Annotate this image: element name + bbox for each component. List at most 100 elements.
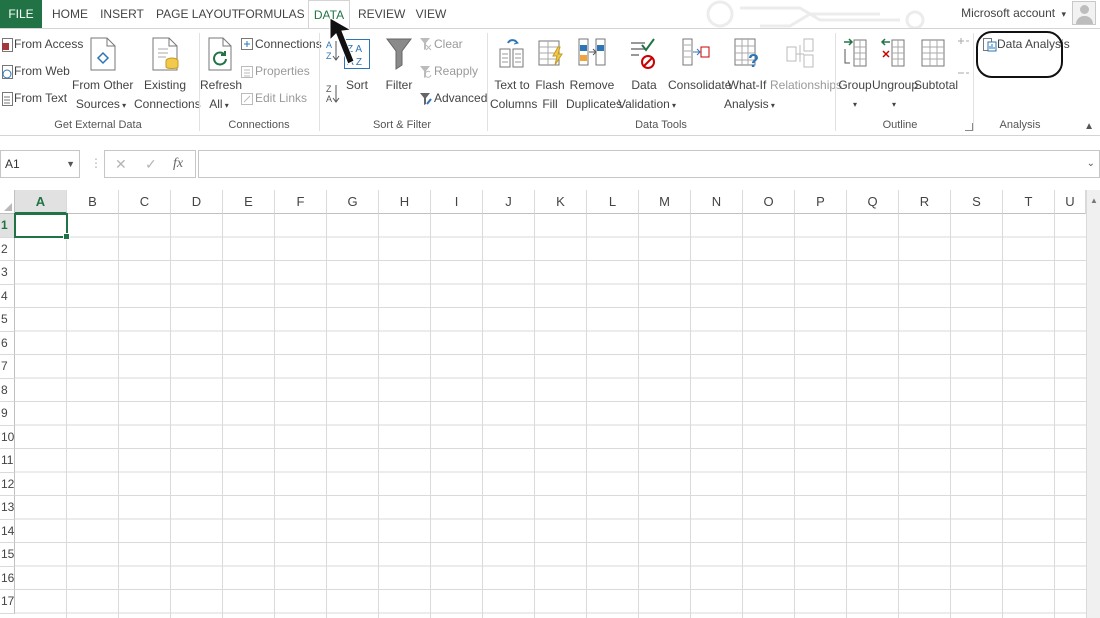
group-label-connections: Connections (228, 119, 290, 131)
select-all-corner[interactable] (0, 190, 15, 214)
clear-button[interactable]: Clear (434, 35, 463, 54)
refresh-all-button[interactable]: Refresh All ▾ (200, 76, 242, 115)
filter-button[interactable]: Filter (382, 76, 416, 95)
row-header-15[interactable]: 15 (0, 543, 15, 567)
row-header-16[interactable]: 16 (0, 566, 15, 590)
column-header-p[interactable]: P (795, 190, 847, 214)
row-header-10[interactable]: 10 (0, 425, 15, 449)
tab-file[interactable]: FILE (0, 0, 42, 28)
account-menu[interactable]: Microsoft account ▾ (961, 0, 1066, 26)
column-header-s[interactable]: S (951, 190, 1003, 214)
group-button[interactable]: Group ▾ (838, 76, 872, 114)
from-access-button[interactable]: From Access (14, 35, 83, 54)
tab-insert[interactable]: INSERT (100, 0, 144, 28)
avatar-head-shape (1080, 5, 1089, 14)
column-header-j[interactable]: J (483, 190, 535, 214)
scroll-up-icon[interactable]: ▲ (1090, 196, 1098, 205)
row-header-11[interactable]: 11 (0, 449, 15, 473)
column-header-k[interactable]: K (535, 190, 587, 214)
column-header-u[interactable]: U (1055, 190, 1086, 214)
text-to-columns-line1: Text to (494, 78, 530, 92)
from-web-button[interactable]: From Web (14, 62, 70, 81)
formula-input[interactable]: ⌄ (198, 150, 1100, 178)
row-header-13[interactable]: 13 (0, 496, 15, 520)
from-other-sources-button[interactable]: From Other Sources ▾ (72, 76, 133, 115)
column-header-a[interactable]: A (15, 190, 67, 214)
vertical-scrollbar[interactable]: ▲ (1086, 190, 1100, 618)
remove-duplicates-button[interactable]: Remove Duplicates (566, 76, 622, 114)
column-header-r[interactable]: R (899, 190, 951, 214)
group-dropdown-icon: ▾ (852, 100, 857, 109)
row-header-4[interactable]: 4 (0, 284, 15, 308)
consolidate-button[interactable]: Consolidate (668, 76, 731, 95)
column-header-h[interactable]: H (379, 190, 431, 214)
worksheet-grid: ABCDEFGHIJKLMNOPQRSTU 1 2 3 4 5 6 7 8 9 10 11 12 13 1… (0, 190, 1100, 618)
advanced-button[interactable]: Advanced (434, 89, 487, 108)
row-header-17[interactable]: 17 (0, 590, 15, 614)
column-header-q[interactable]: Q (847, 190, 899, 214)
remove-duplicates-icon (578, 38, 606, 66)
column-header-t[interactable]: T (1003, 190, 1055, 214)
column-header-g[interactable]: G (327, 190, 379, 214)
group-rows-icon (844, 38, 867, 67)
tab-view[interactable]: VIEW (414, 0, 448, 28)
name-box[interactable]: A1 ▼ (0, 150, 80, 178)
what-if-analysis-button[interactable]: What-If Analysis ▾ (724, 76, 775, 115)
cell-area[interactable] (15, 214, 1086, 618)
text-to-columns-button[interactable]: Text to Columns (490, 76, 537, 114)
flash-fill-button[interactable]: Flash Fill (534, 76, 566, 114)
clear-filter-icon (420, 38, 432, 51)
row-header-7[interactable]: 7 (0, 355, 15, 379)
refresh-all-icon (208, 37, 232, 71)
tab-page-layout[interactable]: PAGE LAYOUT (156, 0, 239, 28)
connections-button[interactable]: Connections (255, 35, 322, 54)
edit-links-button[interactable]: Edit Links (255, 89, 307, 108)
formula-buttons: ✕ ✓ fx (104, 150, 196, 178)
row-header-14[interactable]: 14 (0, 519, 15, 543)
insert-function-icon[interactable]: fx (173, 156, 183, 172)
tab-home[interactable]: HOME (48, 0, 92, 28)
outline-dialog-launcher-icon[interactable] (965, 123, 973, 131)
column-header-o[interactable]: O (743, 190, 795, 214)
column-header-m[interactable]: M (639, 190, 691, 214)
ungroup-button[interactable]: Ungroup ▾ (872, 76, 918, 114)
column-header-l[interactable]: L (587, 190, 639, 214)
user-avatar[interactable] (1072, 1, 1096, 25)
sort-button[interactable]: Sort (342, 76, 372, 95)
row-header-3[interactable]: 3 (0, 261, 15, 285)
reapply-button[interactable]: Reapply (434, 62, 478, 81)
existing-connections-line1: Existing (143, 78, 187, 92)
row-header-5[interactable]: 5 (0, 308, 15, 332)
tab-formulas[interactable]: FORMULAS (238, 0, 305, 28)
column-header-i[interactable]: I (431, 190, 483, 214)
collapse-ribbon-icon[interactable]: ▲ (1084, 121, 1094, 132)
subtotal-button[interactable]: Subtotal (914, 76, 958, 95)
row-header-12[interactable]: 12 (0, 472, 15, 496)
row-header-2[interactable]: 2 (0, 237, 15, 261)
data-validation-button[interactable]: Data Validation ▾ (618, 76, 676, 115)
column-header-n[interactable]: N (691, 190, 743, 214)
cancel-entry-icon[interactable]: ✕ (115, 156, 127, 173)
data-analysis-highlight-ring (976, 31, 1063, 78)
column-header-d[interactable]: D (171, 190, 223, 214)
active-cell-a1[interactable] (14, 213, 70, 240)
row-header-6[interactable]: 6 (0, 331, 15, 355)
row-header-9[interactable]: 9 (0, 402, 15, 426)
name-box-dropdown-icon[interactable]: ▼ (66, 151, 75, 177)
background-circuit-decoration (706, 0, 925, 28)
row-header-8[interactable]: 8 (0, 378, 15, 402)
column-header-b[interactable]: B (67, 190, 119, 214)
relationships-button[interactable]: Relationships (770, 76, 842, 95)
column-header-e[interactable]: E (223, 190, 275, 214)
what-if-analysis-icon: ? (734, 38, 759, 71)
confirm-entry-icon[interactable]: ✓ (145, 156, 157, 173)
tab-review[interactable]: REVIEW (358, 0, 405, 28)
expand-formula-bar-icon[interactable]: ⌄ (1087, 158, 1095, 169)
existing-connections-button[interactable]: Existing Connections (134, 76, 201, 114)
row-header-1[interactable]: 1 (0, 214, 15, 238)
properties-button[interactable]: Properties (255, 62, 310, 81)
from-text-button[interactable]: From Text (14, 89, 67, 108)
column-header-c[interactable]: C (119, 190, 171, 214)
edit-links-icon (241, 93, 253, 105)
column-header-f[interactable]: F (275, 190, 327, 214)
